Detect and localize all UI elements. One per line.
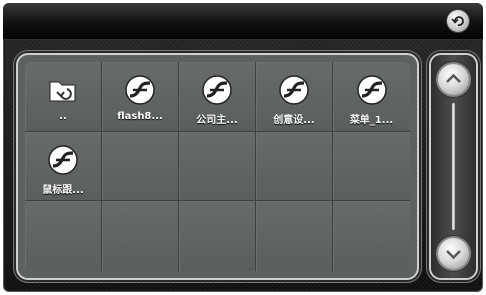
file-item[interactable]: 创意设...: [256, 62, 333, 132]
empty-cell: [333, 131, 410, 202]
scroll-track[interactable]: [452, 103, 455, 230]
empty-cell: [102, 131, 179, 202]
file-item-label: ..: [59, 111, 67, 122]
flash-file-icon: [202, 75, 232, 105]
back-arrow-icon: [451, 16, 464, 26]
empty-cell: [256, 201, 333, 271]
empty-cell: [256, 131, 333, 202]
empty-cell: [25, 201, 102, 271]
file-item-label: 鼠标跟...: [42, 184, 84, 196]
file-item[interactable]: 鼠标跟...: [25, 131, 102, 202]
file-item-label: 公司主...: [196, 115, 238, 126]
scroll-up-button[interactable]: [438, 64, 469, 95]
empty-cell: [333, 201, 410, 271]
scrollbar[interactable]: [431, 55, 476, 278]
back-button[interactable]: [447, 10, 469, 32]
flash-file-icon: [48, 144, 78, 175]
file-item-label: 菜单_1...: [349, 115, 394, 126]
file-grid: .. flash8... 公司主... 创意设... 菜单_1... 鼠标跟..…: [25, 62, 410, 271]
file-item-label: 创意设...: [273, 115, 315, 126]
file-item-parent-folder[interactable]: ..: [25, 62, 102, 132]
chevron-down-icon: [446, 250, 461, 260]
file-item[interactable]: 菜单_1...: [333, 62, 410, 132]
file-browser-panel: .. flash8... 公司主... 创意设... 菜单_1... 鼠标跟..…: [18, 55, 417, 278]
flash-file-icon: [279, 75, 309, 105]
file-item[interactable]: 公司主...: [179, 62, 256, 132]
flash-file-icon: [356, 75, 387, 105]
empty-cell: [102, 201, 179, 271]
scroll-down-button[interactable]: [438, 238, 469, 269]
empty-cell: [179, 201, 256, 271]
file-item-label: flash8...: [117, 111, 163, 122]
empty-cell: [179, 131, 256, 202]
chevron-up-icon: [446, 73, 461, 83]
file-item[interactable]: flash8...: [102, 62, 179, 132]
flash-file-icon: [125, 75, 155, 105]
title-bar: [3, 3, 483, 40]
folder-up-icon: [49, 81, 76, 102]
